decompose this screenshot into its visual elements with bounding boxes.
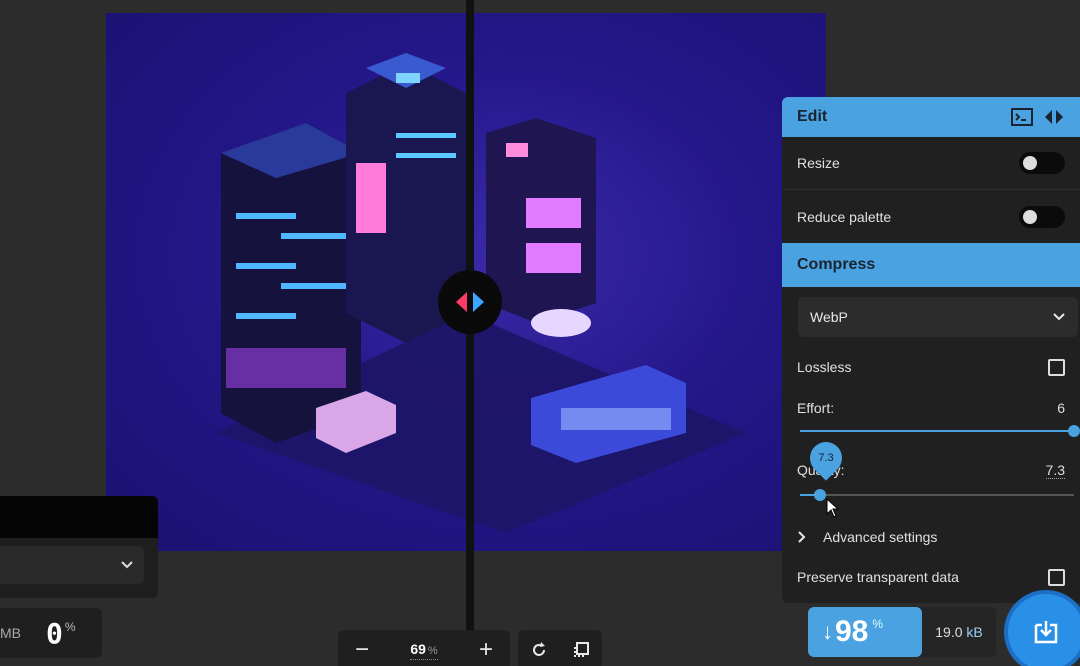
- chevron-down-icon: [121, 561, 133, 569]
- quality-slider[interactable]: [800, 487, 1074, 503]
- effort-slider[interactable]: [800, 423, 1080, 439]
- effort-row: Effort: 6: [782, 397, 1080, 419]
- lossless-row: Lossless: [782, 337, 1080, 397]
- download-button[interactable]: [1008, 594, 1080, 666]
- quality-tooltip-value: 7.3: [818, 452, 834, 464]
- effort-value[interactable]: 6: [1057, 400, 1065, 416]
- zoom-unit: %: [427, 644, 438, 657]
- download-icon: [1034, 621, 1058, 644]
- terminal-icon[interactable]: [1011, 108, 1033, 126]
- reduce-palette-toggle-knob: [1023, 209, 1037, 224]
- background-toggle-button[interactable]: [568, 637, 594, 663]
- reduce-palette-label: Reduce palette: [797, 208, 892, 225]
- resize-toggle[interactable]: [1019, 152, 1065, 174]
- advanced-settings-label: Advanced settings: [823, 529, 938, 545]
- lossless-label: Lossless: [797, 359, 852, 375]
- view-tools: [518, 630, 602, 666]
- resize-toggle-knob: [1023, 156, 1037, 170]
- compress-title: Compress: [797, 256, 876, 273]
- zoom-out-button[interactable]: −: [350, 638, 374, 662]
- quality-value[interactable]: 7.3: [1045, 462, 1065, 479]
- preserve-transparent-row: Preserve transparent data: [782, 559, 1080, 595]
- quality-slider-thumb[interactable]: [814, 489, 826, 501]
- reduce-palette-toggle[interactable]: [1019, 205, 1065, 228]
- comparison-handle[interactable]: [438, 270, 502, 334]
- settings-panel: Edit Resize Reduce palette Compress WebP: [782, 97, 1080, 603]
- zoom-value[interactable]: 69%: [410, 640, 438, 660]
- preserve-transparent-checkbox[interactable]: [1048, 568, 1065, 586]
- left-percent-symbol: %: [64, 620, 76, 634]
- resize-row: Resize: [782, 137, 1080, 189]
- reduce-palette-row: Reduce palette: [782, 190, 1080, 243]
- output-size: 19.0 kB: [922, 624, 996, 640]
- copy-settings-arrows-icon[interactable]: [1043, 108, 1065, 126]
- savings-percent-symbol: %: [872, 617, 884, 631]
- left-percent-value: 0: [46, 616, 63, 650]
- lossless-checkbox[interactable]: [1048, 358, 1065, 376]
- left-format-select[interactable]: [0, 546, 144, 584]
- effort-slider-fill: [800, 430, 1074, 432]
- left-size-readout: MB 0 %: [0, 608, 102, 658]
- effort-label: Effort:: [797, 400, 835, 416]
- rotate-button[interactable]: [526, 637, 552, 663]
- rotate-icon: [533, 642, 545, 656]
- output-size-value: 19.0: [935, 624, 963, 640]
- effort-slider-thumb[interactable]: [1068, 425, 1080, 437]
- chevron-right-icon: [798, 531, 806, 543]
- preserve-transparent-label: Preserve transparent data: [797, 569, 959, 585]
- format-select[interactable]: WebP: [798, 297, 1078, 337]
- edit-title: Edit: [797, 108, 828, 125]
- down-arrow-icon: ↓: [822, 619, 833, 644]
- zoom-number: 69: [410, 640, 426, 657]
- background-icon: [574, 642, 589, 657]
- advanced-settings-row[interactable]: Advanced settings: [782, 515, 1080, 559]
- split-arrows-icon: [456, 292, 484, 312]
- left-panel-header: [0, 496, 158, 538]
- left-size-unit: MB: [0, 625, 21, 641]
- quality-tooltip-bubble: 7.3: [803, 435, 849, 481]
- result-readout: ↓ 98 % 19.0 kB: [808, 607, 996, 657]
- compress-section-header: Compress: [782, 243, 1080, 287]
- zoom-in-button[interactable]: +: [474, 638, 498, 662]
- savings-badge: ↓ 98 %: [808, 607, 922, 657]
- resize-label: Resize: [797, 155, 840, 171]
- zoom-controls: − 69% +: [338, 630, 510, 666]
- format-value: WebP: [810, 309, 848, 325]
- savings-percent: 98: [835, 615, 869, 648]
- chevron-down-icon: [1053, 313, 1065, 321]
- quality-slider-track: [800, 494, 1074, 496]
- output-size-unit: kB: [966, 624, 983, 640]
- edit-section-header: Edit: [782, 97, 1080, 137]
- mouse-cursor-icon: [826, 498, 840, 518]
